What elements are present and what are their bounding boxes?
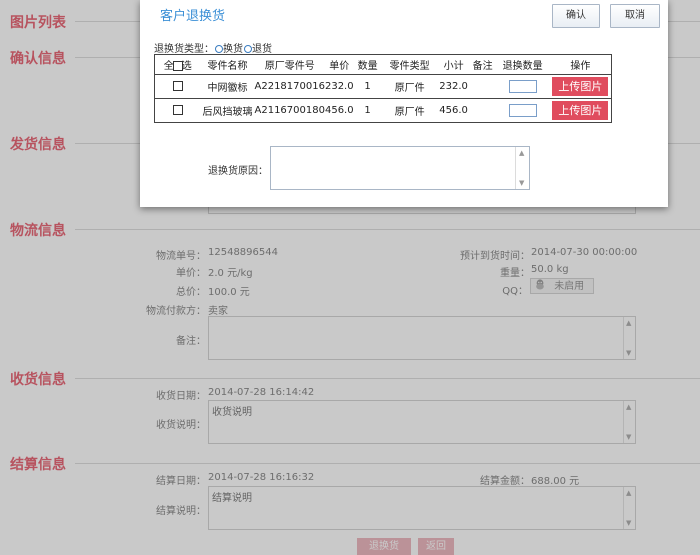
oem-number-cell: A2116700180 <box>254 98 325 123</box>
quantity-cell: 1 <box>353 98 382 123</box>
scroll-up-arrow-icon[interactable]: ▲ <box>519 149 524 157</box>
header-subtotal: 小计 <box>437 54 470 75</box>
row-checkbox[interactable] <box>172 105 183 115</box>
parts-table: 全选 零件名称 原厂零件号 单价 数量 零件类型 小计 备注 退换数量 操作 中… <box>154 54 613 123</box>
exchange-radio[interactable] <box>215 45 223 53</box>
action-cell: 上传图片 <box>549 98 613 123</box>
scroll-down-arrow-icon[interactable]: ▼ <box>519 179 524 187</box>
textarea-scrollbar[interactable]: ▲ ▼ <box>515 147 529 189</box>
return-reason-textarea[interactable]: ▲ ▼ <box>270 146 530 190</box>
header-oem-number: 原厂零件号 <box>254 54 325 75</box>
select-all-cell: 全选 <box>154 54 201 75</box>
quantity-cell: 1 <box>353 74 382 99</box>
header-quantity: 数量 <box>353 54 382 75</box>
return-reason-label: 退换货原因： <box>208 166 268 177</box>
table-row: 中网徽标 A2218170016 232.0 1 原厂件 232.0 上传图片 <box>154 74 613 99</box>
return-qty-cell <box>495 74 550 99</box>
oem-number-cell: A2218170016 <box>254 74 325 99</box>
note-cell <box>469 74 496 99</box>
header-part-name: 零件名称 <box>200 54 255 75</box>
row-select-cell <box>154 98 201 123</box>
header-return-qty: 退换数量 <box>495 54 550 75</box>
subtotal-cell: 456.0 <box>437 98 470 123</box>
confirm-button[interactable]: 确认 <box>552 4 600 28</box>
part-name-cell: 中网徽标 <box>200 74 255 99</box>
unit-price-cell: 456.0 <box>324 98 354 123</box>
subtotal-cell: 232.0 <box>437 74 470 99</box>
cancel-button[interactable]: 取消 <box>610 4 660 28</box>
header-note: 备注 <box>469 54 496 75</box>
return-qty-input[interactable] <box>508 80 537 93</box>
row-select-cell <box>154 74 201 99</box>
return-qty-input[interactable] <box>508 104 537 117</box>
part-type-cell: 原厂件 <box>381 98 438 123</box>
row-checkbox[interactable] <box>172 81 183 91</box>
part-type-cell: 原厂件 <box>381 74 438 99</box>
select-all-checkbox[interactable] <box>172 61 183 71</box>
upload-image-button[interactable]: 上传图片 <box>552 77 609 96</box>
return-exchange-dialog: 客户退换货 确认 取消 退换货类型： 换货 退货 全选 零件名称 原厂零件号 单价 … <box>140 0 668 207</box>
return-type-row: 退换货类型： 换货 退货 <box>154 40 272 55</box>
header-part-type: 零件类型 <box>381 54 438 75</box>
return-radio[interactable] <box>244 45 252 53</box>
upload-image-button[interactable]: 上传图片 <box>552 101 609 120</box>
return-qty-cell <box>495 98 550 123</box>
unit-price-cell: 232.0 <box>324 74 354 99</box>
table-row: 后风挡玻璃 A2116700180 456.0 1 原厂件 456.0 上传图片 <box>154 98 613 123</box>
table-header-row: 全选 零件名称 原厂零件号 单价 数量 零件类型 小计 备注 退换数量 操作 <box>154 54 613 75</box>
header-unit-price: 单价 <box>324 54 354 75</box>
note-cell <box>469 98 496 123</box>
action-cell: 上传图片 <box>549 74 613 99</box>
part-name-cell: 后风挡玻璃 <box>200 98 255 123</box>
header-action: 操作 <box>549 54 613 75</box>
dialog-title: 客户退换货 <box>160 9 226 24</box>
select-all-checkbox-label[interactable]: 全选 <box>164 57 192 72</box>
